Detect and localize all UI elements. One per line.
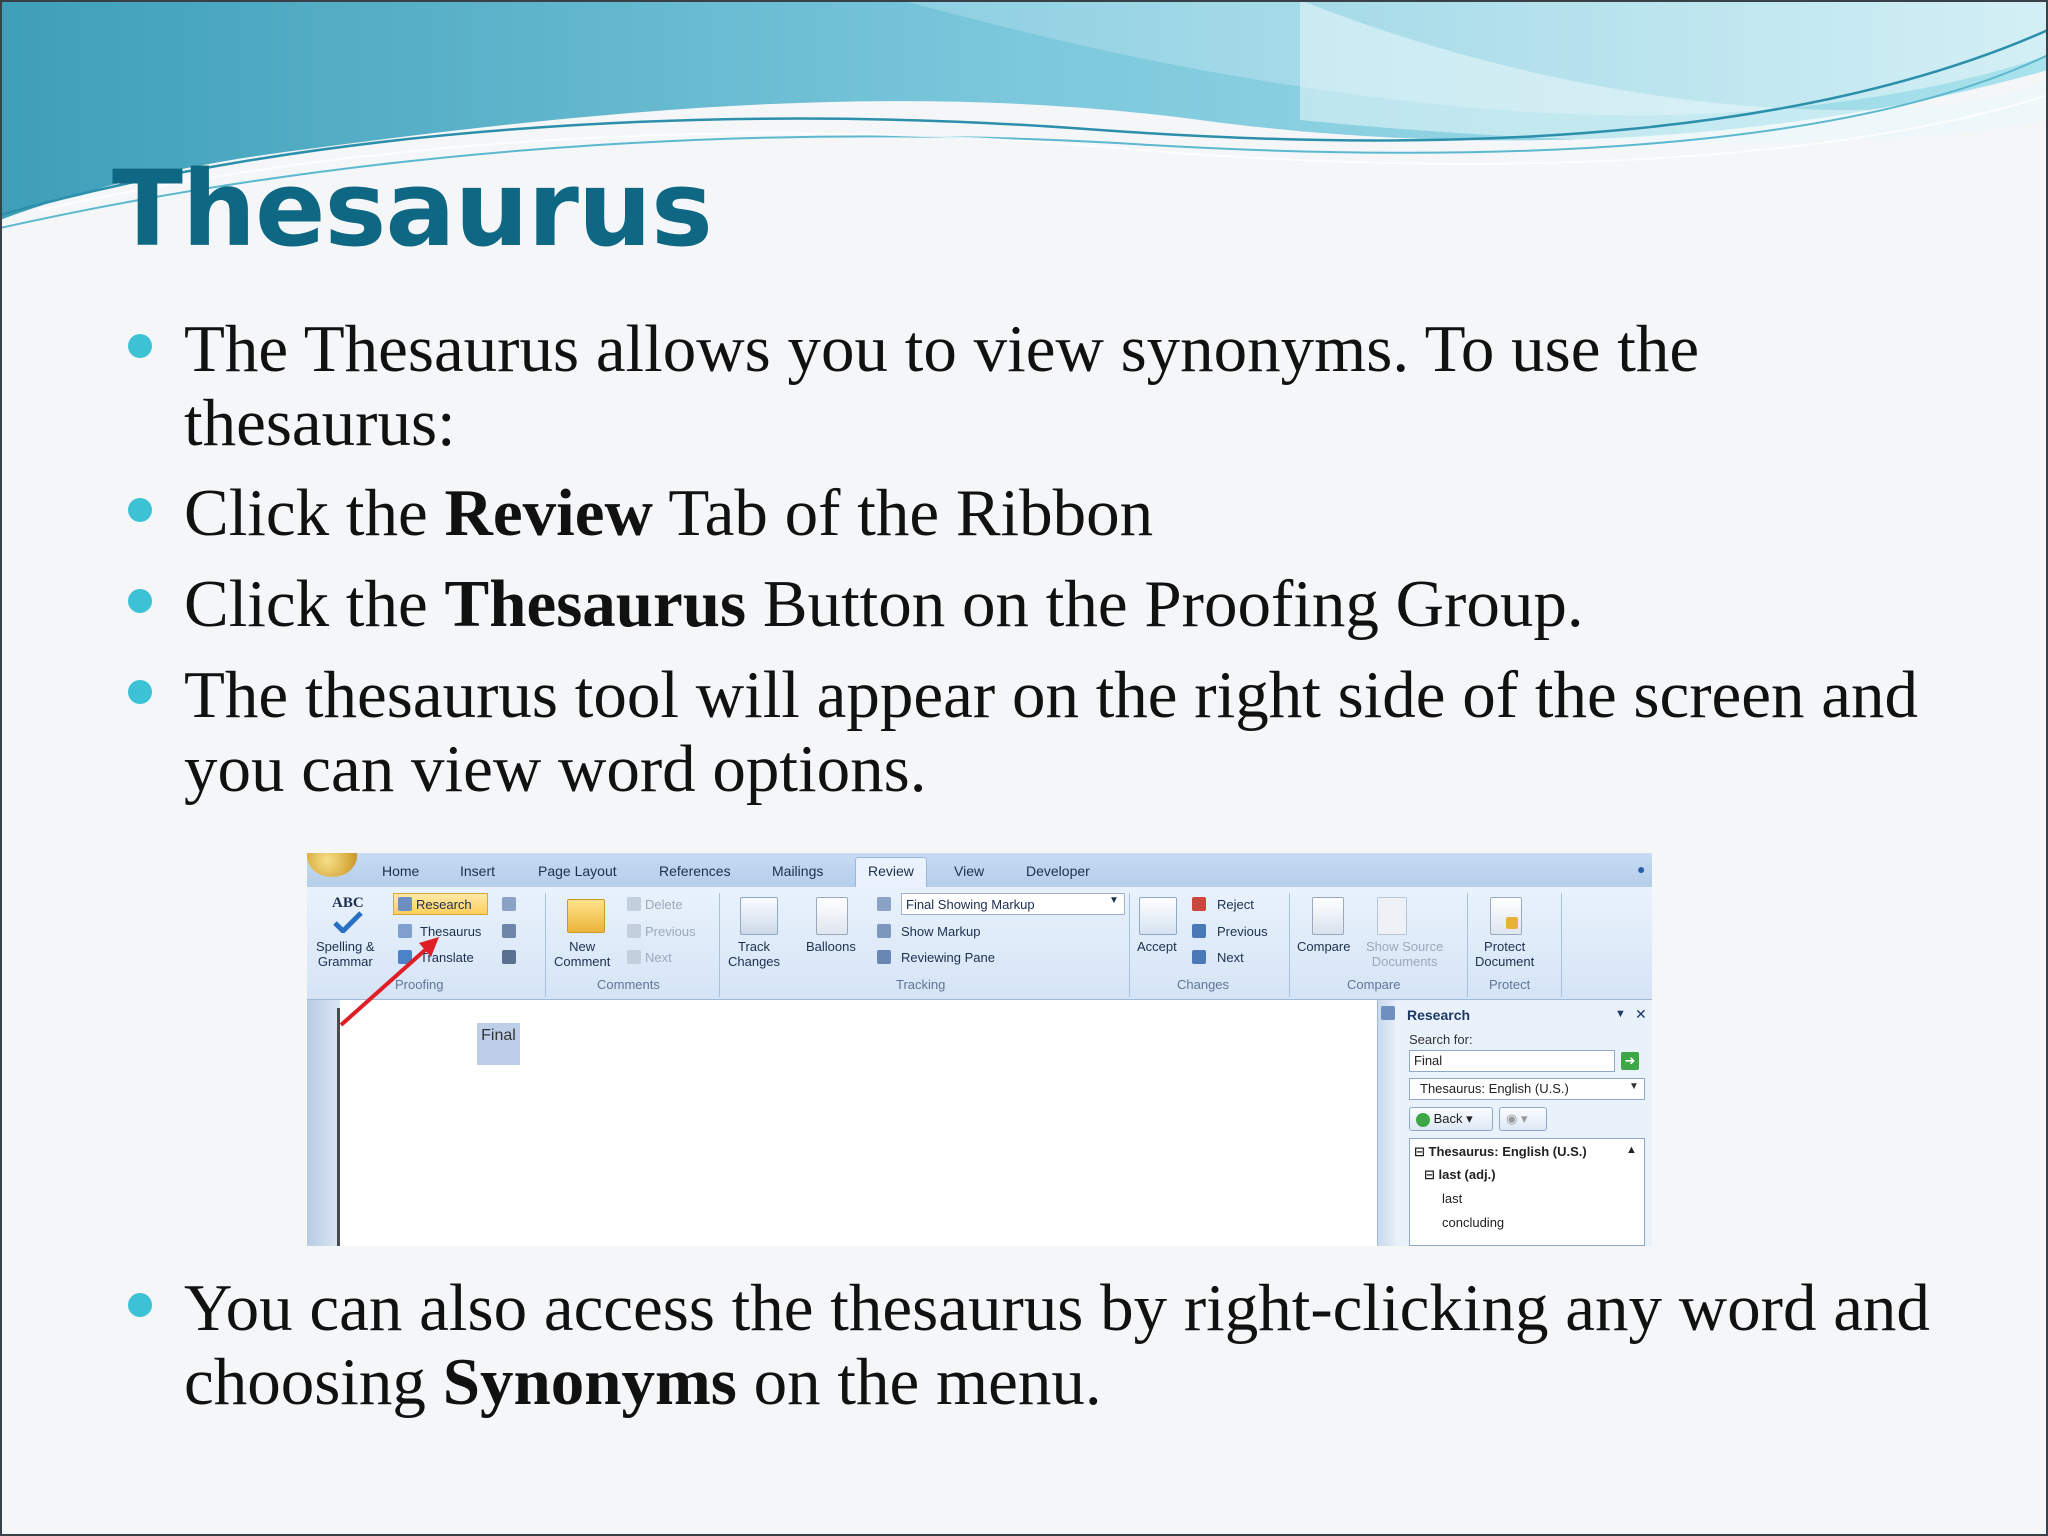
bullet-item: The Thesaurus allows you to view synonym… xyxy=(128,312,1964,460)
synonym-item[interactable]: last xyxy=(1442,1191,1462,1206)
bullet-text-bold: Synonyms xyxy=(442,1345,737,1419)
start-search-arrow-icon[interactable]: ➜ xyxy=(1621,1052,1639,1070)
bullet-item: Click the Review Tab of the Ribbon xyxy=(128,476,1964,550)
bullet-dot xyxy=(128,680,152,704)
scroll-up-icon[interactable]: ▲ xyxy=(1626,1144,1637,1156)
research-pane-title: Research xyxy=(1407,1007,1471,1023)
chevron-down-icon: ▼ xyxy=(1629,1081,1639,1092)
bullet-text-bold: Review xyxy=(444,476,653,550)
word-ribbon-screenshot: Home Insert Page Layout References Maili… xyxy=(307,853,1652,1246)
results-header: ⊟ Thesaurus: English (U.S.) xyxy=(1414,1144,1587,1159)
pane-scrollbar[interactable] xyxy=(1377,1000,1396,1246)
bullet-item: You can also access the thesaurus by rig… xyxy=(128,1271,1964,1419)
slide: Thesaurus The Thesaurus allows you to vi… xyxy=(0,0,2048,1536)
bullet-text-bold: Thesaurus xyxy=(444,567,747,641)
search-input[interactable]: Final xyxy=(1409,1050,1615,1072)
bullet-text-pre: Click the xyxy=(184,476,445,550)
bullet-item: The thesaurus tool will appear on the ri… xyxy=(128,658,1964,806)
close-icon[interactable]: ✕ xyxy=(1635,1006,1647,1023)
pane-menu-chevron-icon[interactable]: ▼ xyxy=(1615,1008,1626,1020)
bullet-text-post: Button on the Proofing Group. xyxy=(746,567,1584,641)
thesaurus-results-list: ⊟ Thesaurus: English (U.S.) ▲ ⊟ last (ad… xyxy=(1409,1138,1645,1246)
bullet-text-post: Tab of the Ribbon xyxy=(652,476,1154,550)
bullet-dot xyxy=(128,589,152,613)
bullet-dot xyxy=(128,498,152,522)
bullet-text-pre: Click the xyxy=(184,567,445,641)
bullet-dot xyxy=(128,334,152,358)
reference-source-select[interactable]: Thesaurus: English (U.S.) xyxy=(1409,1078,1645,1100)
back-button[interactable]: Back ▾ xyxy=(1409,1107,1493,1131)
search-for-label: Search for: xyxy=(1409,1032,1473,1047)
bullet-text: The thesaurus tool will appear on the ri… xyxy=(184,658,1919,806)
bullet-text: The Thesaurus allows you to view synonym… xyxy=(184,312,1700,460)
bullet-list: The Thesaurus allows you to view synonym… xyxy=(0,0,2048,1536)
bullet-dot xyxy=(128,1293,152,1317)
back-arrow-icon xyxy=(1416,1112,1430,1127)
forward-button[interactable]: ◉ ▾ xyxy=(1499,1107,1547,1131)
entry-heading[interactable]: ⊟ last (adj.) xyxy=(1424,1167,1496,1183)
bullet-item: Click the Thesaurus Button on the Proofi… xyxy=(128,567,1964,641)
synonym-item[interactable]: concluding xyxy=(1442,1215,1504,1230)
bullet-text-post: on the menu. xyxy=(736,1345,1102,1419)
research-pane: Research ▼ ✕ Search for: Final ➜ Thesaur… xyxy=(1381,1000,1652,1246)
research-pane-icon xyxy=(1381,1006,1395,1020)
